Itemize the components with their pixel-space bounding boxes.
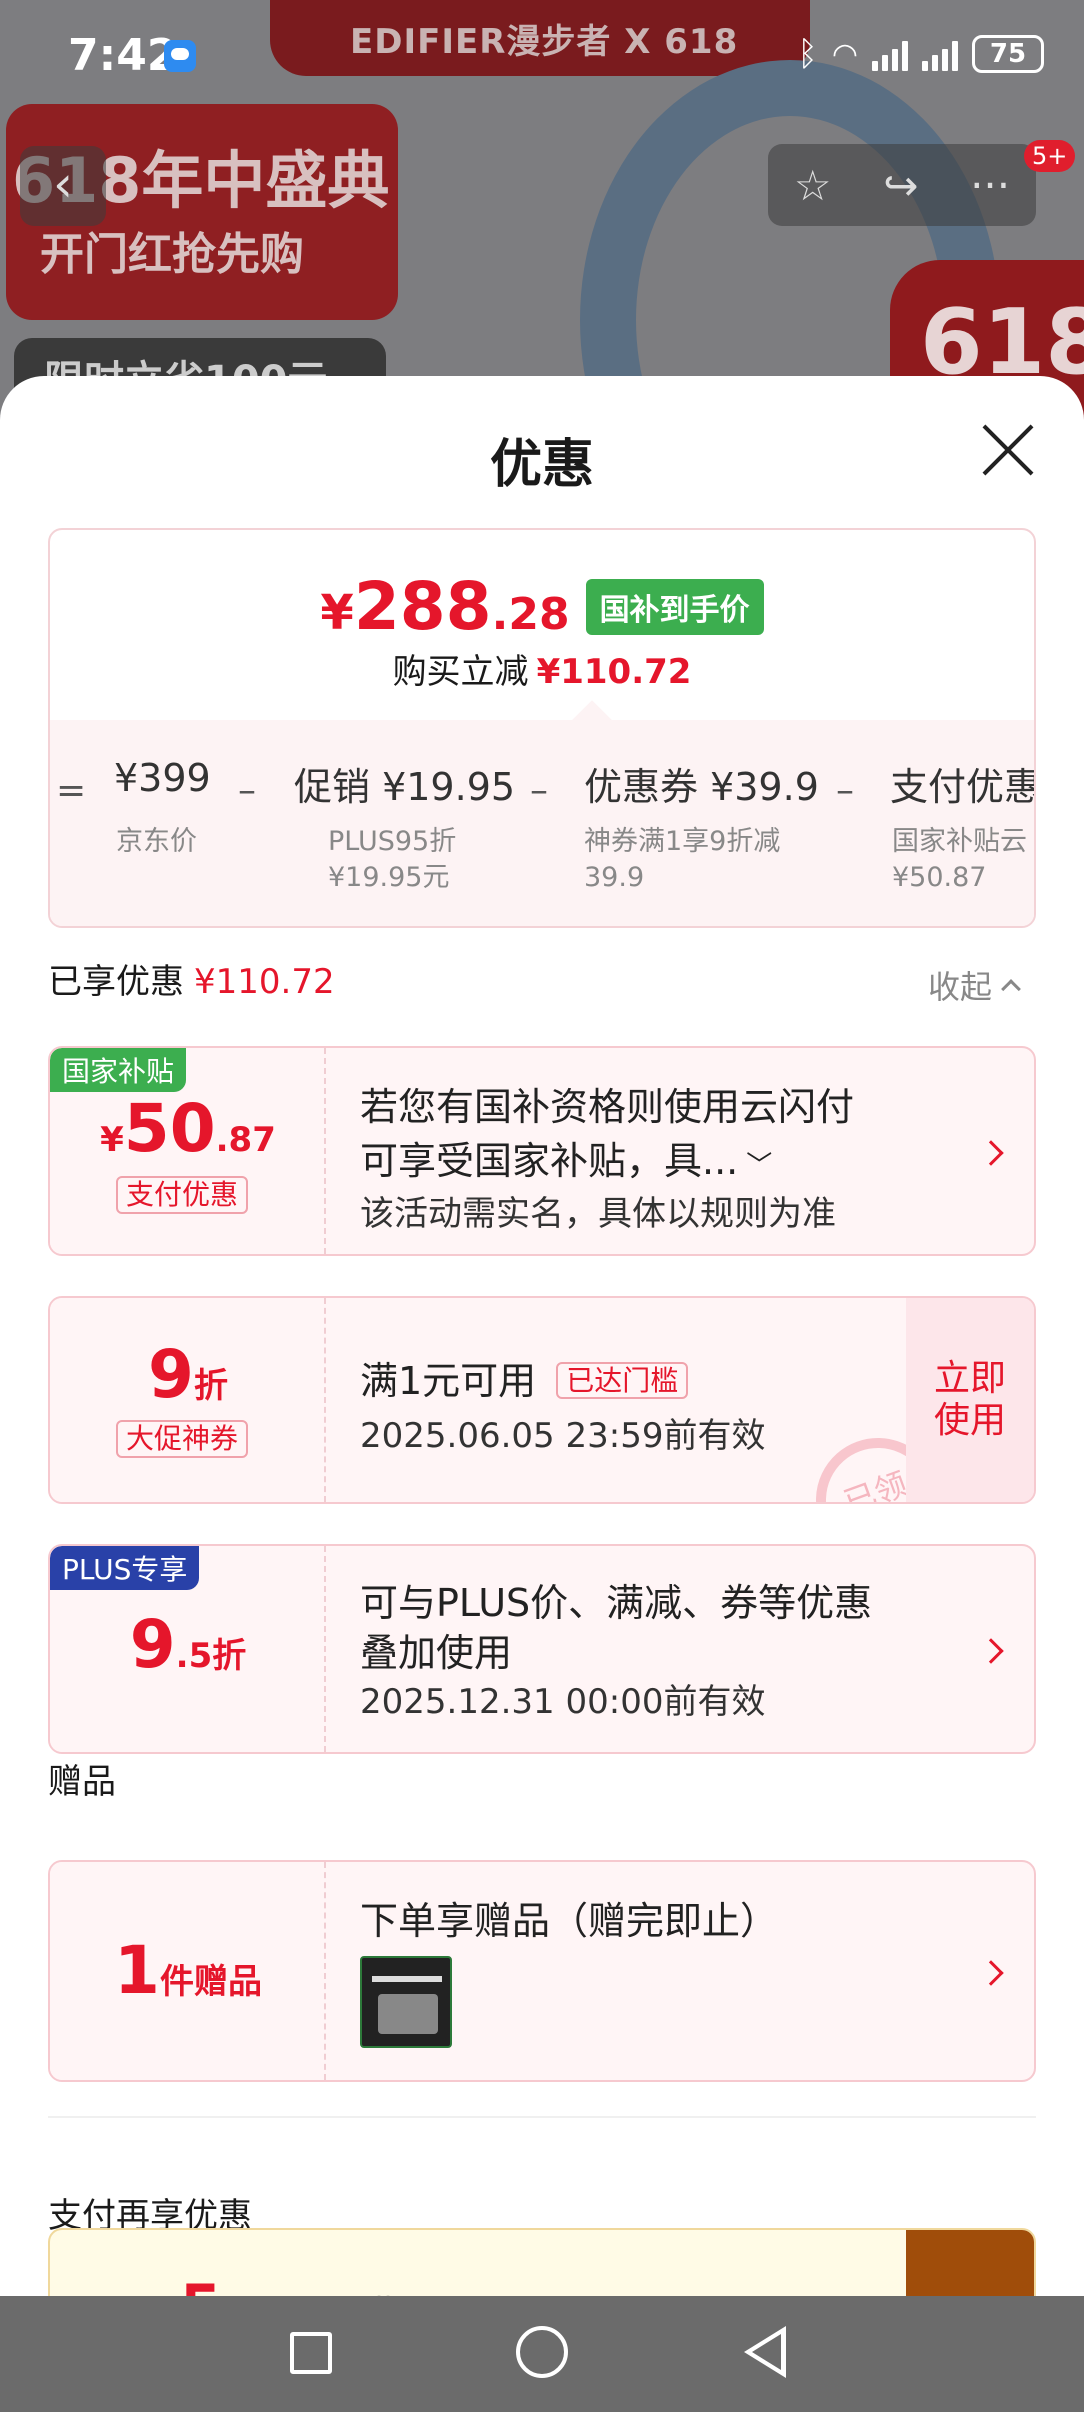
- final-price: ¥288.28 国补到手价: [50, 568, 1034, 645]
- chevron-right-icon[interactable]: [978, 1960, 1004, 1986]
- plus-card[interactable]: PLUS专享 9.5折 可与PLUS价、满减、券等优惠 叠加使用 2025.12…: [48, 1544, 1036, 1754]
- chevron-down-icon: ﹀: [746, 1151, 773, 1181]
- breakdown-promo: 促销 ¥19.95: [294, 765, 516, 809]
- minus-sign: –: [530, 770, 548, 811]
- gift-desc: 下单享赠品（赠完即止）: [360, 1899, 779, 1943]
- home-icon[interactable]: [516, 2326, 568, 2378]
- breakdown-coupon-desc: 神券满1享9折减 39.9: [584, 826, 781, 893]
- breakdown-payment-desc: 国家补贴云 ¥50.87: [892, 826, 1027, 893]
- star-icon[interactable]: ☆: [794, 161, 832, 210]
- enjoyed-value: ¥110.72: [194, 962, 335, 1002]
- threshold-badge: 已达门槛: [556, 1362, 689, 1399]
- plus-desc-line2: 叠加使用: [360, 1631, 513, 1675]
- payment-coupon-card[interactable]: 5 满30元可用: [48, 2228, 1036, 2296]
- breakdown-jd-price: ¥399: [114, 756, 211, 800]
- chevron-right-icon[interactable]: [978, 1140, 1004, 1166]
- coupon-type-tag: 大促神券: [116, 1420, 249, 1458]
- reduce-line: 购买立减 ¥110.72: [50, 644, 1034, 693]
- plus-discount: 9.5折: [129, 1606, 247, 1683]
- nav-actions: ☆ ↪ ···: [768, 144, 1036, 226]
- more-icon[interactable]: ···: [970, 161, 1010, 210]
- minus-sign: –: [238, 770, 256, 811]
- breakdown-payment: 支付优惠: [890, 765, 1036, 809]
- price-decimal: .28: [491, 589, 570, 640]
- payment-coupon-condition: 满30元可用: [360, 2284, 560, 2296]
- plus-expiry: 2025.12.31 00:00前有效: [360, 1682, 766, 1722]
- gift-count: 1件赠品: [114, 1932, 262, 2009]
- gov-subsidy-amount: ¥50.87: [100, 1090, 276, 1167]
- price-integer: 288: [353, 568, 492, 645]
- status-time: 7:42: [68, 30, 178, 81]
- gov-subsidy-note: 该活动需实名，具体以规则为准: [360, 1194, 836, 1234]
- chevron-right-icon[interactable]: [978, 1638, 1004, 1664]
- section-divider: [48, 2116, 1036, 2118]
- enjoyed-discount: 已享优惠 ¥110.72: [48, 962, 335, 1002]
- gov-subsidy-badge: 国家补贴: [50, 1048, 187, 1092]
- plus-desc-line1: 可与PLUS价、满减、券等优惠: [360, 1581, 873, 1625]
- battery-icon: 75: [972, 35, 1044, 73]
- back-nav-icon[interactable]: [744, 2326, 786, 2378]
- breakdown-promo-desc: PLUS95折 ¥19.95元: [328, 826, 457, 893]
- payment-coupon-value: 5: [180, 2272, 222, 2296]
- price-breakdown[interactable]: = ¥399 京东价 – 促销 ¥19.95 PLUS95折 ¥19.95元 – …: [50, 720, 1036, 926]
- signal-icon-2: [922, 37, 958, 71]
- gift-card[interactable]: 1件赠品 下单享赠品（赠完即止）: [48, 1860, 1036, 2082]
- payment-coupon-action[interactable]: [906, 2230, 1034, 2296]
- payment-discount-tag: 支付优惠: [116, 1176, 249, 1214]
- recents-icon[interactable]: [290, 2332, 332, 2374]
- collapse-button[interactable]: 收起: [928, 962, 1021, 1008]
- system-nav-bar: [0, 2296, 1084, 2412]
- minus-sign: –: [836, 770, 854, 811]
- product-nav: ‹ ☆ ↪ ··· 5+: [0, 140, 1084, 230]
- coupon-expiry: 2025.06.05 23:59前有效: [360, 1416, 766, 1456]
- wifi-icon: ◠: [831, 36, 858, 72]
- coupon-condition: 满1元可用 已达门槛: [360, 1350, 689, 1405]
- message-count-badge: 5+: [1024, 140, 1076, 172]
- message-notification-icon: [164, 40, 196, 72]
- gov-subsidy-line2[interactable]: 可享受国家补贴，具... ﹀: [360, 1130, 772, 1185]
- equals-sign: =: [56, 770, 87, 811]
- share-icon[interactable]: ↪: [883, 161, 918, 210]
- signal-icon-1: [872, 37, 908, 71]
- gift-section-label: 赠品: [48, 1762, 116, 1802]
- plus-exclusive-badge: PLUS专享: [50, 1546, 200, 1590]
- reduce-label: 购买立减: [392, 652, 529, 692]
- discount-sheet: 优惠 ¥288.28 国补到手价 购买立减 ¥110.72 = ¥399 京东价 …: [0, 376, 1084, 2296]
- bluetooth-icon: ᛒ: [797, 34, 818, 74]
- use-now-button[interactable]: 立即使用: [906, 1298, 1034, 1502]
- breakdown-jd-label: 京东价: [116, 826, 197, 857]
- status-bar: 7:42 ᛒ ◠ 75: [0, 0, 1084, 110]
- breakdown-coupon: 优惠券 ¥39.9: [584, 765, 819, 809]
- price-summary: ¥288.28 国补到手价 购买立减 ¥110.72 = ¥399 京东价 – 促…: [48, 528, 1036, 928]
- close-icon[interactable]: [978, 420, 1038, 480]
- price-currency: ¥: [320, 585, 354, 641]
- sheet-title: 优惠: [489, 435, 594, 495]
- gift-thumbnail[interactable]: [360, 1956, 452, 2048]
- reduce-value: ¥110.72: [536, 652, 692, 692]
- chevron-up-icon: [1001, 979, 1021, 999]
- gov-price-tag: 国补到手价: [585, 578, 764, 635]
- coupon-value: 9折: [148, 1336, 228, 1413]
- coupon-card[interactable]: 9折 大促神券 满1元可用 已达门槛 2025.06.05 23:59前有效 已…: [48, 1296, 1036, 1504]
- gov-subsidy-card[interactable]: 国家补贴 ¥50.87 支付优惠 若您有国补资格则使用云闪付 可享受国家补贴，具…: [48, 1046, 1036, 1256]
- back-icon[interactable]: ‹: [20, 146, 106, 226]
- gov-subsidy-line1: 若您有国补资格则使用云闪付: [360, 1085, 855, 1129]
